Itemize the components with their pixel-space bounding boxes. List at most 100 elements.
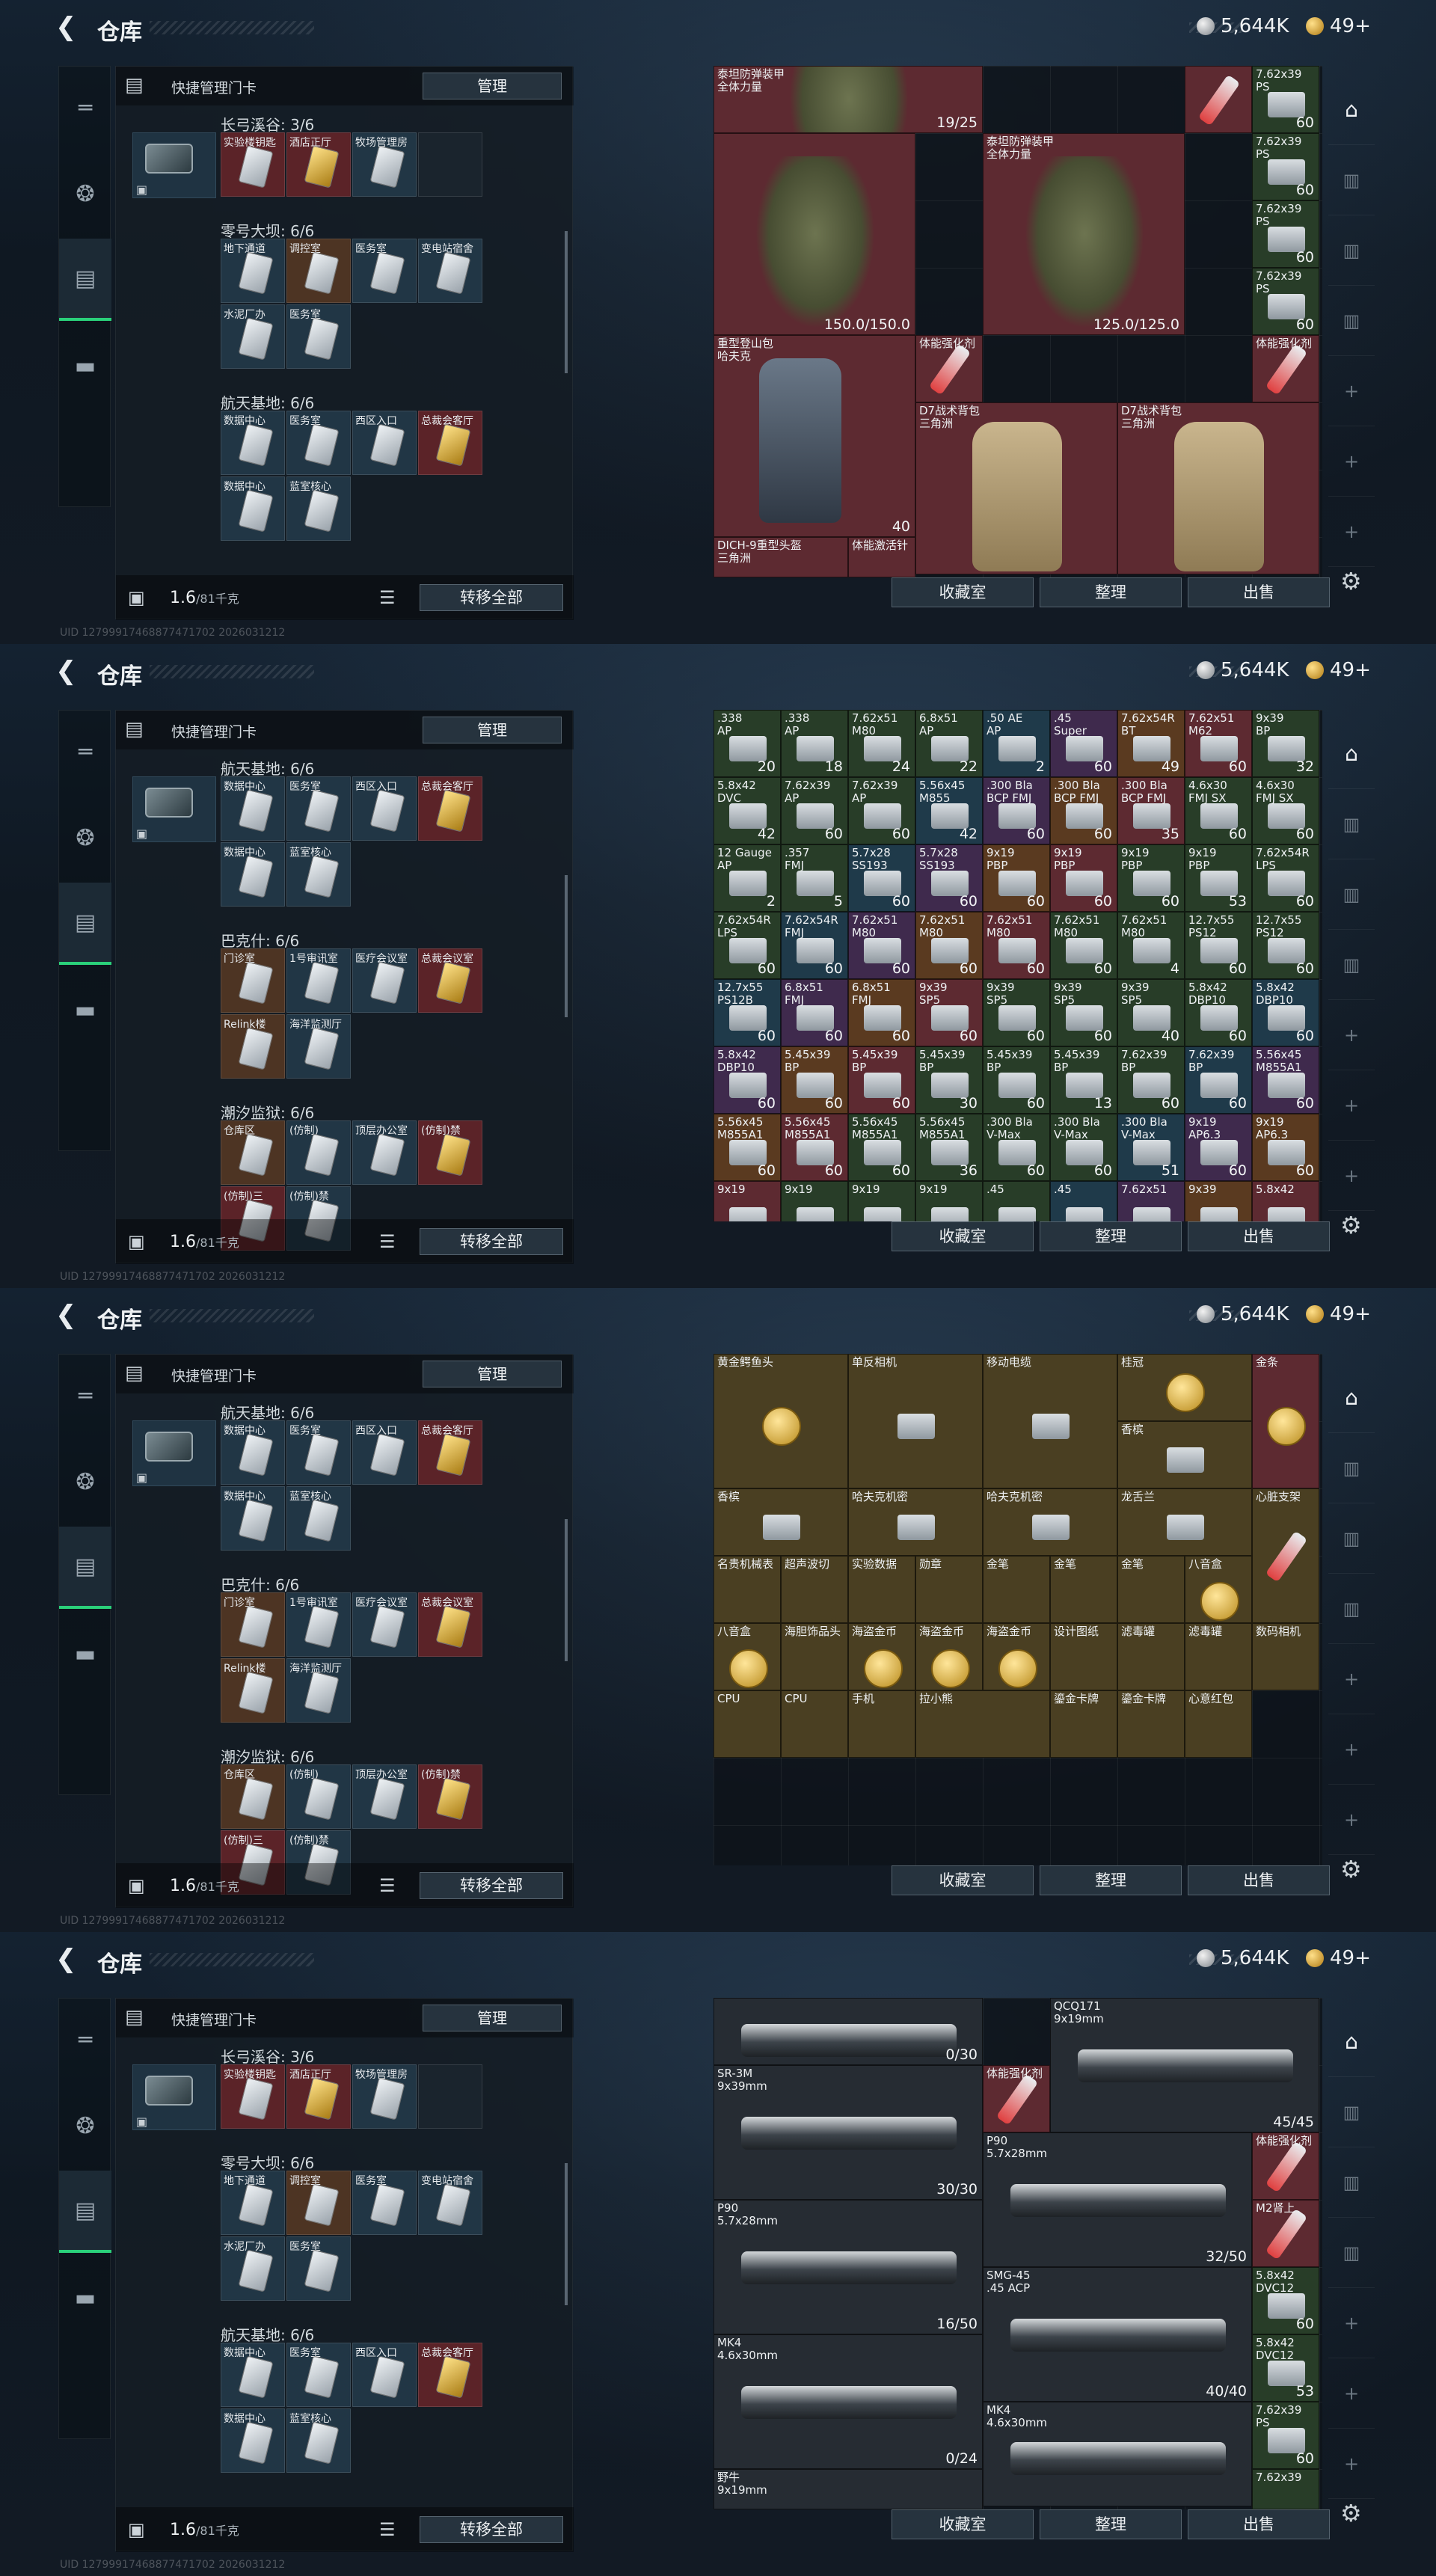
keycard-slot[interactable]: 酒店正厅: [286, 2064, 351, 2129]
gold-currency[interactable]: 49+: [1306, 659, 1371, 681]
stash-item[interactable]: 体能强化剂: [915, 335, 983, 402]
keycard-slot[interactable]: 医疗会议室: [352, 948, 417, 1013]
keycard-slot[interactable]: 医务室: [286, 304, 351, 369]
keycard-slot[interactable]: 医务室: [286, 2343, 351, 2407]
stash-item[interactable]: 滤毒罐: [1117, 1623, 1185, 1690]
stash-item[interactable]: 7.62x51 M80 60: [848, 912, 915, 979]
keycard-slot[interactable]: 西区入口: [352, 1420, 417, 1485]
stash-item[interactable]: 7.62x39 PS 60: [1252, 2402, 1319, 2469]
stash-item[interactable]: 9x19: [848, 1181, 915, 1221]
keycard-slot[interactable]: 西区入口: [352, 411, 417, 475]
keycard-slot[interactable]: 门诊室: [221, 948, 285, 1013]
keycard-slot[interactable]: 顶层办公室: [352, 1120, 417, 1185]
stash-item[interactable]: 手机: [848, 1690, 915, 1758]
keycard-slot[interactable]: 1号审讯室: [286, 948, 351, 1013]
sell-button[interactable]: 出售: [1188, 2509, 1330, 2539]
settings-gear-icon[interactable]: ⚙: [1340, 1211, 1362, 1239]
keycard-slot[interactable]: 数据中心: [221, 1420, 285, 1485]
stash-item[interactable]: 12.7x55 PS12 60: [1252, 912, 1319, 979]
keycard-slot[interactable]: 医务室: [286, 411, 351, 475]
stash-item[interactable]: 9x19 PBP 53: [1185, 844, 1252, 912]
keycard-slot[interactable]: 实验楼钥匙: [221, 2064, 285, 2129]
stash-item[interactable]: 香槟: [1117, 1421, 1252, 1488]
stash-item[interactable]: 5.8x42 DVC 42: [714, 777, 781, 844]
keycard-slot[interactable]: 蓝室核心: [286, 842, 351, 907]
stash-item[interactable]: 香槟: [714, 1488, 848, 1556]
nav-helmet-icon[interactable]: ❂: [59, 2085, 111, 2167]
stash-item[interactable]: 桂冠: [1117, 1354, 1252, 1421]
stash-item[interactable]: 6.8x51 FMJ 60: [781, 979, 848, 1046]
sort-button[interactable]: 整理: [1040, 2509, 1182, 2539]
stash-item[interactable]: 12.7x55 PS12B 60: [714, 979, 781, 1046]
stash-item[interactable]: 泰坦防弹装甲 全体力量 19/25: [714, 66, 983, 133]
stash-add-icon[interactable]: +: [1328, 1714, 1375, 1785]
stash-item[interactable]: 黄金鳄鱼头: [714, 1354, 848, 1488]
stash-item[interactable]: 7.62x39 PS 60: [1252, 200, 1319, 268]
sort-button[interactable]: 整理: [1040, 1865, 1182, 1895]
keycard-slot[interactable]: (仿制): [286, 1764, 351, 1829]
list-icon[interactable]: ☰: [379, 1875, 396, 1896]
stash-add-icon[interactable]: +: [1328, 1070, 1375, 1141]
stash-item[interactable]: 4.6x30 FMJ SX 60: [1185, 777, 1252, 844]
stash-item[interactable]: MK4 4.6x30mm 0/24: [714, 2334, 983, 2469]
stash-item[interactable]: 0/30: [714, 1998, 983, 2065]
keycard-slot[interactable]: 门诊室: [221, 1592, 285, 1657]
stash-item[interactable]: 5.8x42 DBP10 60: [1185, 979, 1252, 1046]
keycard-slot[interactable]: 顶层办公室: [352, 1764, 417, 1829]
settings-gear-icon[interactable]: ⚙: [1340, 2499, 1362, 2527]
keycard-slot[interactable]: 酒店正厅: [286, 132, 351, 197]
keycard-slot[interactable]: 医务室: [352, 239, 417, 303]
back-arrow-icon[interactable]: ❮: [55, 1300, 85, 1330]
list-icon[interactable]: ☰: [379, 1231, 396, 1252]
keycard-slot[interactable]: 水泥厂办: [221, 2236, 285, 2301]
stash-item[interactable]: 7.62x39 AP 60: [781, 777, 848, 844]
nav-helmet-icon[interactable]: ❂: [59, 1441, 111, 1523]
keycard-slot[interactable]: 调控室: [286, 239, 351, 303]
collection-button[interactable]: 收藏室: [892, 1865, 1034, 1895]
nav-case-icon[interactable]: ▬: [59, 1613, 111, 1695]
stash-item[interactable]: 5.56x45 M855A1 36: [915, 1114, 983, 1181]
stash-item[interactable]: 150.0/150.0: [714, 133, 915, 335]
stash-item[interactable]: 鎏金卡牌: [1050, 1690, 1117, 1758]
stash-item[interactable]: 龙舌兰: [1117, 1488, 1252, 1556]
keycard-slot[interactable]: 实验楼钥匙: [221, 132, 285, 197]
keycard-slot[interactable]: 总裁会客厅: [418, 1420, 482, 1485]
stash-item[interactable]: 哈夫克机密: [848, 1488, 983, 1556]
keycard-slot[interactable]: 医务室: [286, 776, 351, 841]
stash-item[interactable]: 泰坦防弹装甲 全体力量 125.0/125.0: [983, 133, 1185, 335]
keycard-slot[interactable]: 医务室: [352, 2171, 417, 2235]
stash-item[interactable]: 鎏金卡牌: [1117, 1690, 1185, 1758]
keycard-slot[interactable]: [418, 132, 482, 197]
keycard-slot[interactable]: 数据中心: [221, 1486, 285, 1551]
keycard-slot[interactable]: Relink楼: [221, 1658, 285, 1723]
list-icon[interactable]: ☰: [379, 2519, 396, 2540]
nav-weapon-icon[interactable]: ═: [59, 711, 111, 793]
keycard-slot[interactable]: [418, 2064, 482, 2129]
stash-item[interactable]: 设计图纸: [1050, 1623, 1117, 1690]
manage-button[interactable]: 管理: [423, 73, 562, 99]
keycard-slot[interactable]: 总裁会议室: [418, 948, 482, 1013]
stash-item[interactable]: .45 Super 60: [1050, 710, 1117, 777]
stash-item[interactable]: 5.56x45 M855A1 60: [781, 1114, 848, 1181]
stash-item[interactable]: .357 FMJ 5: [781, 844, 848, 912]
stash-item[interactable]: 金条: [1252, 1354, 1319, 1488]
keycard-slot[interactable]: 西区入口: [352, 2343, 417, 2407]
stash-tab-1-icon[interactable]: ▥: [1328, 145, 1375, 215]
stash-item[interactable]: 7.62x51 M80 60: [915, 912, 983, 979]
stash-item[interactable]: 7.62x39 PS 60: [1252, 268, 1319, 335]
settings-gear-icon[interactable]: ⚙: [1340, 1855, 1362, 1883]
stash-item[interactable]: MK4 4.6x30mm: [983, 2402, 1252, 2506]
keycard-slot[interactable]: 总裁会客厅: [418, 776, 482, 841]
stash-tab-3-icon[interactable]: ▥: [1328, 1574, 1375, 1644]
stash-item[interactable]: 9x19: [915, 1181, 983, 1221]
stash-item[interactable]: CPU: [781, 1690, 848, 1758]
silver-currency[interactable]: 5,644K: [1197, 15, 1289, 37]
stash-item[interactable]: 7.62x39 AP 60: [848, 777, 915, 844]
stash-tab-3-icon[interactable]: ▥: [1328, 930, 1375, 1000]
stash-item[interactable]: 海盗金币: [915, 1623, 983, 1690]
scrollbar[interactable]: [565, 875, 568, 1017]
stash-item[interactable]: 9x39: [1185, 1181, 1252, 1221]
keycard-slot[interactable]: 蓝室核心: [286, 2408, 351, 2473]
stash-item[interactable]: 金笔: [1050, 1556, 1117, 1623]
nav-case-icon[interactable]: ▬: [59, 325, 111, 407]
